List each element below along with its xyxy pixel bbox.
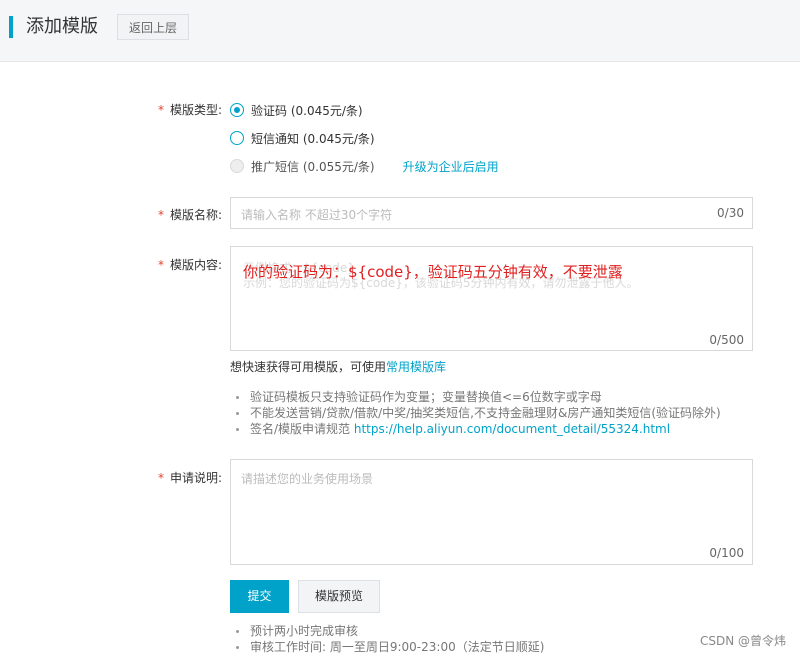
page-header: 添加模版 返回上层 [0, 0, 800, 62]
title-accent-bar [9, 16, 13, 38]
template-content-textarea[interactable]: 示例格式：${code} 示例：您的验证码为${code}，该验证码5分钟内有效… [230, 246, 753, 351]
rules-list: 验证码模板只支持验证码作为变量；变量替换值<=6位数字或字母 不能发送营销/贷款… [230, 389, 721, 437]
required-star: * [157, 103, 164, 117]
list-item: 不能发送营销/贷款/借款/中奖/抽奖类短信,不支持金融理财&房产通知类短信(验证… [230, 405, 721, 421]
description-textarea[interactable]: 请描述您的业务使用场景 0/100 [230, 459, 753, 565]
required-star: * [157, 208, 164, 222]
content-typed-text: 你的验证码为：${code}，验证码五分钟有效，不要泄露 [243, 263, 623, 281]
list-item: 签名/模版申请规范 https://help.aliyun.com/docume… [230, 421, 721, 437]
content-char-counter: 0/500 [709, 333, 744, 347]
template-name-input[interactable]: 请输入名称 不超过30个字符 0/30 [230, 197, 753, 229]
required-star: * [157, 258, 164, 272]
radio-option-notification[interactable]: 短信通知 (0.045元/条) [230, 128, 375, 148]
name-char-counter: 0/30 [717, 206, 744, 220]
spec-doc-link[interactable]: https://help.aliyun.com/document_detail/… [354, 422, 670, 436]
preview-button[interactable]: 模版预览 [298, 580, 380, 613]
list-item: 审核工作时间: 周一至周日9:00-23:00（法定节日顺延) [230, 639, 544, 655]
radio-option-verification[interactable]: 验证码 (0.045元/条) [230, 100, 363, 120]
radio-checked-icon[interactable] [230, 103, 244, 117]
list-item: 预计两小时完成审核 [230, 623, 544, 639]
radio-label: 短信通知 (0.045元/条) [251, 131, 375, 146]
radio-option-promotion: 推广短信 (0.055元/条) 升级为企业后启用 [230, 156, 499, 176]
watermark: CSDN @曾令炜 [699, 634, 786, 648]
submit-button[interactable]: 提交 [230, 580, 289, 613]
radio-label: 推广短信 (0.055元/条) [251, 159, 375, 174]
list-item: 验证码模板只支持验证码作为变量；变量替换值<=6位数字或字母 [230, 389, 721, 405]
description-char-counter: 0/100 [709, 546, 744, 560]
back-button[interactable]: 返回上层 [117, 14, 189, 40]
template-name-label: * 模版名称: [157, 208, 222, 222]
description-label: * 申请说明: [157, 471, 222, 485]
template-type-label: * 模版类型: [157, 103, 222, 117]
name-placeholder: 请输入名称 不超过30个字符 [241, 208, 393, 222]
page-title: 添加模版 [26, 16, 98, 37]
description-placeholder: 请描述您的业务使用场景 [241, 472, 374, 486]
template-content-label: * 模版内容: [157, 258, 222, 272]
radio-label: 验证码 (0.045元/条) [251, 103, 363, 118]
required-star: * [157, 471, 164, 485]
quick-template-hint: 想快速获得可用模版，可使用常用模版库 [230, 360, 447, 374]
template-library-link[interactable]: 常用模版库 [386, 360, 446, 374]
radio-unchecked-icon[interactable] [230, 131, 244, 145]
review-notes-list: 预计两小时完成审核 审核工作时间: 周一至周日9:00-23:00（法定节日顺延… [230, 623, 544, 655]
upgrade-link[interactable]: 升级为企业后启用 [403, 158, 499, 175]
radio-disabled-icon [230, 159, 244, 173]
